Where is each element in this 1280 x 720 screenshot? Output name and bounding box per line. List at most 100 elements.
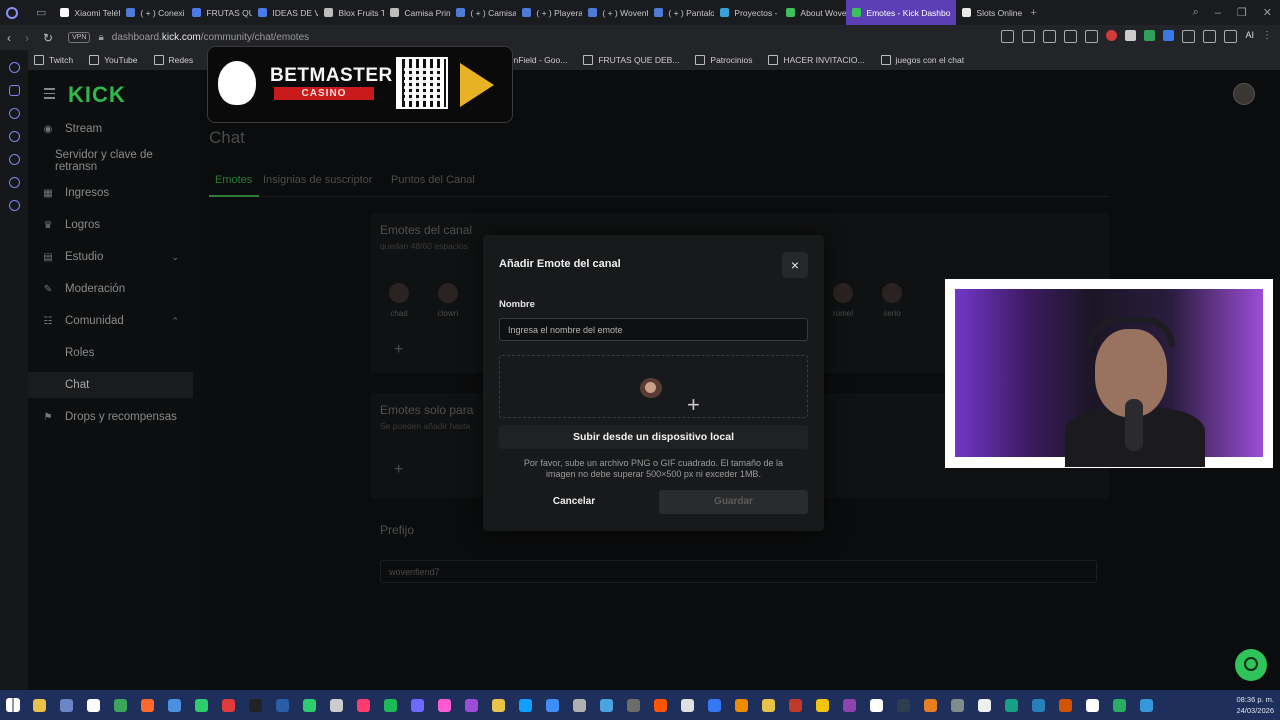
taskbar-app-icon[interactable]	[546, 698, 559, 712]
taskbar-app-icon[interactable]	[384, 698, 397, 712]
add-sub-emote-button[interactable]: +	[394, 461, 403, 479]
bookmark-item[interactable]: Twitch	[34, 55, 73, 65]
taskbar-app-icon[interactable]	[330, 698, 343, 712]
new-tab-button[interactable]: +	[1030, 7, 1036, 19]
save-button[interactable]: Guardar	[659, 490, 808, 514]
taskbar-app-icon[interactable]	[1086, 698, 1099, 712]
sidebar-messenger-icon[interactable]	[8, 108, 20, 119]
taskbar-app-icon[interactable]	[573, 698, 586, 712]
taskbar-app-icon[interactable]	[789, 698, 802, 712]
browser-tab[interactable]: Xiaomi Teléfo	[54, 0, 120, 25]
taskbar-app-icon[interactable]	[681, 698, 694, 712]
nav-roles[interactable]: Roles	[28, 340, 193, 366]
browser-tab[interactable]: ( + ) Pantalo	[648, 0, 714, 25]
bookmark-item[interactable]: juegos con el chat	[880, 55, 964, 65]
emote-name-input[interactable]	[499, 318, 808, 341]
taskbar-app-icon[interactable]	[33, 698, 46, 712]
taskbar-app-icon[interactable]	[1140, 698, 1153, 712]
browser-tab[interactable]: About Woven	[780, 0, 846, 25]
emote-romel[interactable]: romel	[823, 283, 863, 318]
browser-tab[interactable]: ( + ) Wovenf	[582, 0, 648, 25]
taskbar-app-icon[interactable]	[465, 698, 478, 712]
taskbar-app-icon[interactable]	[1032, 698, 1045, 712]
taskbar-app-icon[interactable]	[897, 698, 910, 712]
taskbar-app-icon[interactable]	[600, 698, 613, 712]
taskbar-app-icon[interactable]	[654, 698, 667, 712]
taskbar-app-icon[interactable]	[519, 698, 532, 712]
sidebar-instagram-icon[interactable]	[8, 85, 20, 96]
translate-icon[interactable]	[1163, 30, 1175, 41]
forward-button[interactable]: ›	[25, 31, 29, 45]
edit-icon[interactable]	[1203, 30, 1217, 43]
taskbar-app-icon[interactable]	[168, 698, 181, 712]
tab-workspaces-icon[interactable]: ▭	[36, 6, 46, 19]
browser-tab[interactable]: IDEAS DE VI	[252, 0, 318, 25]
extension-leaf-icon[interactable]	[1125, 30, 1137, 41]
taskbar-app-icon[interactable]	[222, 698, 235, 712]
emote-drop-zone[interactable]: +	[499, 355, 808, 418]
taskbar-app-icon[interactable]	[1059, 698, 1072, 712]
add-channel-emote-button[interactable]: +	[394, 341, 403, 359]
taskbar-app-icon[interactable]	[249, 698, 262, 712]
sidebar-history-icon[interactable]	[8, 131, 20, 142]
emote-chad[interactable]: chad	[379, 283, 419, 318]
system-clock[interactable]: 08:36 p. m. 24/03/2026	[1236, 694, 1274, 716]
close-window-button[interactable]: ✕	[1263, 6, 1272, 19]
puzzle-icon[interactable]	[1182, 30, 1196, 43]
sidebar-settings-icon[interactable]	[8, 200, 20, 211]
opera-logo-icon[interactable]	[6, 6, 18, 19]
sidebar-player-icon[interactable]	[8, 177, 20, 188]
kick-logo[interactable]: KICK	[68, 82, 126, 108]
bookmark-item[interactable]: Patrocinios	[695, 55, 752, 65]
bookmark-item[interactable]: HACER INVITACIO...	[768, 55, 865, 65]
taskbar-app-icon[interactable]	[1113, 698, 1126, 712]
maximize-button[interactable]: ❐	[1237, 6, 1247, 19]
browser-tab[interactable]: Emotes - Kick Dashbo	[846, 0, 957, 25]
browser-tab[interactable]: Slots Online	[956, 0, 1022, 25]
taskbar-app-icon[interactable]	[357, 698, 370, 712]
bookmark-item[interactable]: Redes	[153, 55, 193, 65]
nav-studio[interactable]: ▤ Estudio ⌄	[28, 244, 193, 270]
search-tabs-icon[interactable]: ⌕	[1193, 6, 1199, 19]
download-icon[interactable]	[1224, 30, 1238, 43]
bookmark-icon[interactable]	[1001, 30, 1015, 43]
prefix-input[interactable]: wovenfiend7	[380, 560, 1097, 583]
shield-icon[interactable]	[1043, 30, 1057, 43]
sidebar-aria-icon[interactable]	[8, 62, 20, 73]
taskbar-app-icon[interactable]	[627, 698, 640, 712]
emote-serio[interactable]: serio	[872, 283, 912, 318]
browser-tab[interactable]: ( + ) Playera	[516, 0, 582, 25]
nav-moderation[interactable]: ✎ Moderación	[28, 276, 193, 302]
vpn-badge[interactable]: VPN	[68, 32, 91, 43]
emote-clown[interactable]: clown	[428, 283, 468, 318]
bookmark-item[interactable]: YouTube	[89, 55, 138, 65]
tab-sub-badges[interactable]: Insignias de suscriptor	[263, 174, 372, 186]
taskbar-app-icon[interactable]	[114, 698, 127, 712]
nav-drops[interactable]: ⚑ Drops y recompensas	[28, 404, 193, 430]
taskbar-app-icon[interactable]	[870, 698, 883, 712]
back-button[interactable]: ‹	[7, 31, 11, 45]
aria-ai-button[interactable]: AI	[1245, 30, 1254, 41]
hamburger-menu-icon[interactable]	[44, 88, 55, 102]
nav-stream[interactable]: ◉ Stream	[28, 116, 193, 142]
extension-red-icon[interactable]	[1106, 30, 1118, 41]
taskbar-app-icon[interactable]	[141, 698, 154, 712]
taskbar-app-icon[interactable]	[735, 698, 748, 712]
browser-tab[interactable]: Blox Fruits T	[318, 0, 384, 25]
taskbar-app-icon[interactable]	[951, 698, 964, 712]
taskbar-app-icon[interactable]	[843, 698, 856, 712]
extension-green-icon[interactable]	[1144, 30, 1156, 41]
taskbar-app-icon[interactable]	[978, 698, 991, 712]
nav-server-key[interactable]: Servidor y clave de retransn	[28, 148, 193, 174]
browser-tab[interactable]: ( + ) Conexi	[120, 0, 186, 25]
taskbar-app-icon[interactable]	[87, 698, 100, 712]
sidebar-clock-icon[interactable]	[8, 154, 20, 165]
browser-tab[interactable]: Proyectos -	[714, 0, 780, 25]
support-chat-button[interactable]	[1235, 649, 1267, 681]
nav-income[interactable]: ▦ Ingresos	[28, 180, 193, 206]
taskbar-app-icon[interactable]	[924, 698, 937, 712]
browser-tab[interactable]: Camisa Prim	[384, 0, 450, 25]
cancel-button[interactable]: Cancelar	[499, 490, 649, 514]
upload-local-button[interactable]: Subir desde un dispositivo local	[499, 425, 808, 449]
start-menu-icon[interactable]	[6, 698, 20, 712]
